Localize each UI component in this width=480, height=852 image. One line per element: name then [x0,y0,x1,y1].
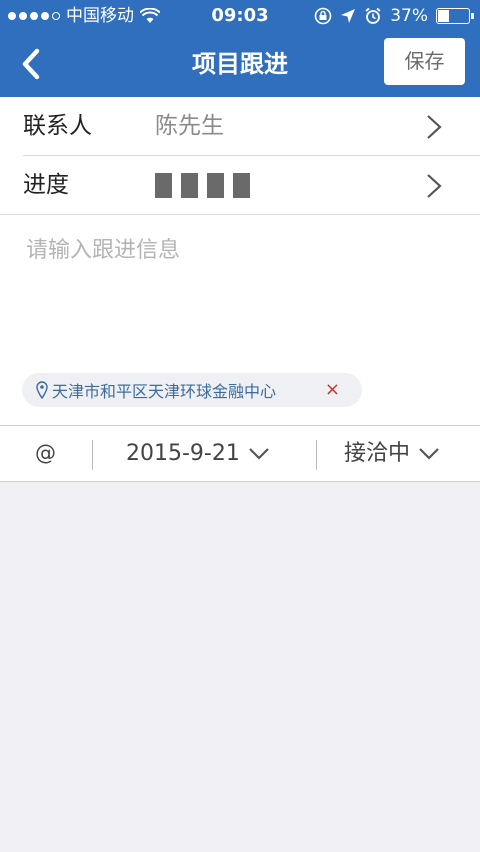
status-right: 37% [314,0,474,32]
battery-percent: 37% [390,6,428,26]
status-bar: 中国移动 09:03 37% [0,0,480,32]
divider [0,214,480,215]
toolbar-separator [92,440,93,470]
contact-label: 联系人 [23,113,92,139]
save-button[interactable]: 保存 [384,38,465,85]
rotation-lock-icon [314,7,332,25]
location-text: 天津市和平区天津环球金融中心 [52,382,277,401]
contact-row[interactable]: 联系人 陈先生 [0,97,480,155]
chevron-right-icon [427,174,442,198]
alarm-icon [365,7,381,24]
date-selector[interactable]: 2015-9-21 [126,426,270,481]
location-tag[interactable]: 天津市和平区天津环球金融中心 × [22,373,362,407]
toolbar-separator [316,440,317,470]
status-value: 接洽中 [344,441,411,466]
note-input[interactable]: 请输入跟进信息 [26,232,456,312]
progress-row[interactable]: 进度 [0,156,480,214]
battery-icon [436,8,474,24]
progress-indicator [155,173,250,198]
navigation-bar: 项目跟进 保存 [0,32,480,97]
mention-button[interactable]: @ [35,426,56,481]
follow-up-form: 联系人 陈先生 进度 请输入跟进信息 天津市和平区天津环球金融中心 × [0,97,480,425]
top-bar: 中国移动 09:03 37% 项目跟进 保存 [0,0,480,97]
empty-content-area [0,482,480,852]
status-selector[interactable]: 接洽中 [344,426,440,481]
progress-segment [207,173,224,198]
progress-label: 进度 [23,172,69,198]
progress-segment [181,173,198,198]
location-arrow-icon [341,9,356,23]
progress-segment [155,173,172,198]
progress-segment [233,173,250,198]
map-pin-icon [36,381,48,399]
contact-value: 陈先生 [155,113,224,139]
bottom-toolbar: @ 2015-9-21 接洽中 [0,425,480,482]
date-value: 2015-9-21 [126,441,240,466]
chevron-right-icon [427,115,442,139]
chevron-down-icon [249,447,269,460]
remove-location-button[interactable]: × [325,379,340,401]
chevron-down-icon [419,447,439,460]
